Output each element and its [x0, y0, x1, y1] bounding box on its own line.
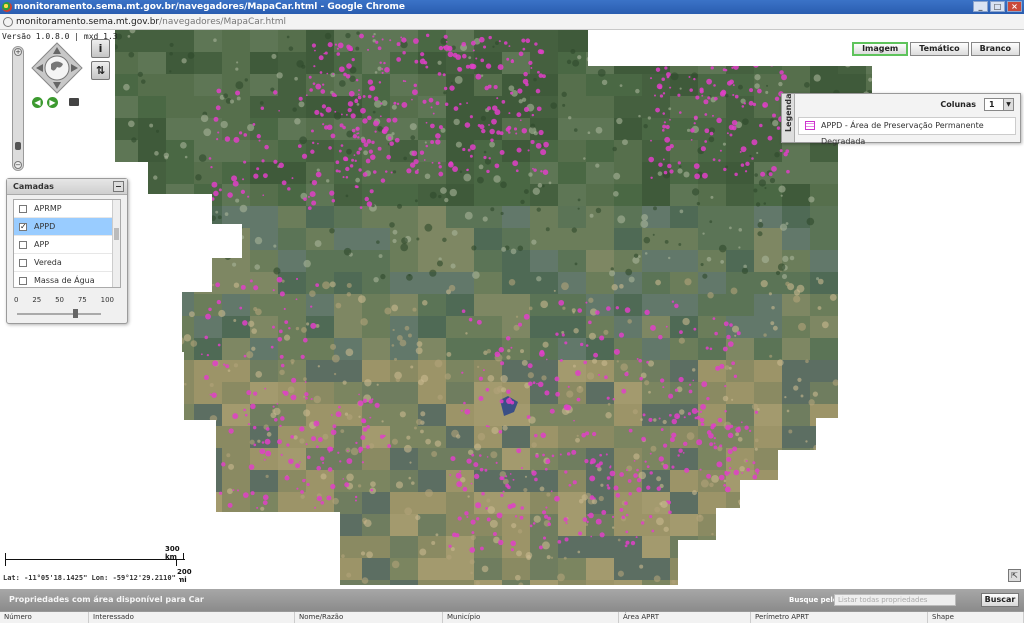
opacity-tick: 25: [32, 296, 42, 304]
legend-entry: APPD - Área de Preservação Permanente De…: [798, 117, 1016, 146]
measure-button[interactable]: ⇅: [91, 61, 110, 80]
opacity-slider[interactable]: [17, 313, 101, 315]
zoom-out-button[interactable]: −: [14, 161, 22, 169]
properties-grid: Propriedades com área disponível para Ca…: [0, 589, 1024, 623]
layer-item-app[interactable]: APP: [14, 236, 120, 254]
layer-list: APRMP ✓ APPD APP Vereda Massa de Água: [13, 199, 121, 288]
opacity-slider-handle[interactable]: [73, 309, 78, 318]
forward-arrow-icon[interactable]: ▶: [47, 97, 58, 108]
column-header-area-aprt[interactable]: Área APRT: [619, 612, 751, 623]
column-header-nome-razao[interactable]: Nome/Razão: [295, 612, 443, 623]
chrome-icon: [2, 2, 12, 12]
search-input[interactable]: Listar todas propriedades: [834, 594, 956, 606]
columns-value: 1: [989, 100, 995, 109]
layer-checkbox[interactable]: [19, 241, 27, 249]
history-nav: ◀ ▶: [32, 97, 58, 108]
legend-swatch: [805, 121, 815, 130]
opacity-tick: 100: [100, 296, 114, 304]
layer-item-aprmp[interactable]: APRMP: [14, 200, 120, 218]
columns-label: Colunas: [940, 100, 976, 109]
columns-select[interactable]: 1 ▼: [984, 98, 1014, 111]
page-icon: [3, 17, 13, 27]
cursor-coordinates: Lat: -11°05'18.1425" Lon: -59°12'29.2110…: [0, 574, 179, 584]
url-path: /navegadores/MapaCar.html: [159, 17, 286, 27]
layer-checkbox-checked[interactable]: ✓: [19, 223, 27, 231]
opacity-tick: 75: [77, 296, 87, 304]
layer-item-vereda[interactable]: Vereda: [14, 254, 120, 272]
legend-panel: Legenda Colunas 1 ▼ APPD - Área de Prese…: [781, 93, 1021, 146]
scrollbar-thumb[interactable]: [114, 228, 119, 240]
opacity-scale: 0 25 50 75 100: [14, 296, 114, 304]
close-button[interactable]: ×: [1007, 1, 1022, 12]
window-controls: _ □ ×: [973, 1, 1022, 12]
basemap-imagem-button[interactable]: Imagem: [852, 42, 909, 56]
back-arrow-icon[interactable]: ◀: [32, 97, 43, 108]
grid-column-headers: Número Interessado Nome/Razão Município …: [0, 611, 1024, 623]
layer-item-massa-de-agua[interactable]: Massa de Água: [14, 272, 120, 287]
layer-checkbox[interactable]: [19, 277, 27, 285]
basemap-branco-button[interactable]: Branco: [970, 42, 1020, 56]
search-button[interactable]: Buscar: [981, 593, 1019, 607]
info-button[interactable]: i: [91, 39, 110, 58]
layer-label: APRMP: [34, 204, 62, 213]
window-titlebar: monitoramento.sema.mt.gov.br/navegadores…: [0, 0, 1024, 14]
column-header-numero[interactable]: Número: [0, 612, 89, 623]
grid-title: Propriedades com área disponível para Ca…: [9, 595, 204, 604]
layer-item-appd[interactable]: ✓ APPD: [14, 218, 120, 236]
layers-title: Camadas: [13, 182, 54, 191]
zoom-slider-handle[interactable]: [15, 142, 21, 150]
layer-label: Vereda: [34, 258, 62, 267]
zoom-slider[interactable]: + −: [12, 46, 24, 171]
layer-label: APPD: [34, 222, 56, 231]
scale-bar: 300 km 200 mi: [5, 545, 192, 584]
window-title: monitoramento.sema.mt.gov.br/navegadores…: [14, 2, 406, 12]
grid-header: Propriedades com área disponível para Ca…: [0, 589, 1024, 611]
basemap-switcher: Imagem Temático Branco: [852, 42, 1020, 56]
column-header-municipio[interactable]: Município: [443, 612, 619, 623]
layer-checkbox[interactable]: [19, 205, 27, 213]
basemap-tematico-button[interactable]: Temático: [910, 42, 969, 56]
legend-tab[interactable]: Legenda: [782, 94, 795, 142]
search-label: Busque pelo:: [789, 596, 841, 604]
layers-panel-header: Camadas: [7, 179, 127, 195]
camera-icon[interactable]: [69, 98, 79, 106]
collapse-button[interactable]: [113, 181, 124, 192]
legend-entry-label: APPD - Área de Preservação Permanente De…: [821, 121, 984, 146]
legend-tab-label: Legenda: [784, 93, 793, 133]
legend-columns: Colunas 1 ▼: [940, 98, 1014, 111]
opacity-tick: 50: [55, 296, 64, 304]
layer-checkbox[interactable]: [19, 259, 27, 267]
layer-list-scrollbar[interactable]: [112, 200, 120, 287]
layers-panel: Camadas APRMP ✓ APPD APP Vereda Massa de…: [6, 178, 128, 324]
scale-mi-label: 200 mi: [177, 568, 192, 584]
layer-label: APP: [34, 240, 50, 249]
opacity-tick: 0: [14, 296, 19, 304]
address-bar[interactable]: monitoramento.sema.mt.gov.br/navegadores…: [0, 14, 1024, 30]
column-header-perimetro-aprt[interactable]: Perímetro APRT: [751, 612, 928, 623]
column-header-interessado[interactable]: Interessado: [89, 612, 295, 623]
url-host: monitoramento.sema.mt.gov.br: [16, 17, 160, 27]
map-viewport[interactable]: Versão 1.0.8.0 | mxd 1.3 + − ◀ ▶ i ⇅ Cam…: [0, 30, 1024, 585]
expand-icon[interactable]: ⇱: [1008, 569, 1021, 582]
chevron-down-icon[interactable]: ▼: [1003, 99, 1013, 110]
zoom-in-button[interactable]: +: [14, 48, 22, 56]
column-header-shape[interactable]: Shape: [928, 612, 1024, 623]
maximize-button[interactable]: □: [990, 1, 1005, 12]
minimize-button[interactable]: _: [973, 1, 988, 12]
pan-compass-icon[interactable]: [31, 42, 83, 94]
layer-label: Massa de Água: [34, 276, 95, 285]
